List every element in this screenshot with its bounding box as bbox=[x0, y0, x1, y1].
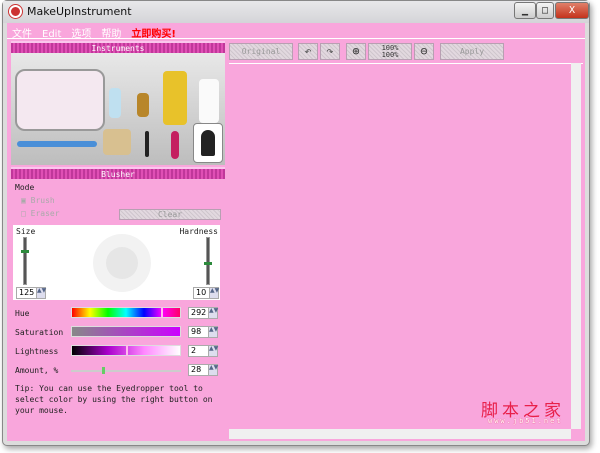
lightness-value: 2 bbox=[191, 346, 197, 355]
brush-label: Brush bbox=[30, 196, 55, 205]
lightness-slider[interactable] bbox=[71, 345, 181, 356]
spin-arrows-icon[interactable]: ▲▼ bbox=[36, 288, 46, 298]
lipstick-icon[interactable] bbox=[171, 131, 179, 159]
window-title: MakeUpInstrument bbox=[27, 5, 132, 18]
hardness-value: 10 bbox=[196, 288, 207, 297]
zoom-out-button[interactable]: ⊖ bbox=[414, 43, 434, 60]
hardness-slider[interactable] bbox=[204, 237, 212, 285]
zoom-100-label: 100% bbox=[381, 51, 399, 59]
cream-jar-icon[interactable] bbox=[163, 71, 187, 125]
app-logo-icon bbox=[9, 5, 22, 18]
amount-input[interactable]: 28 ▲▼ bbox=[188, 364, 218, 376]
hardness-label: Hardness bbox=[179, 227, 218, 236]
hue-slider[interactable] bbox=[71, 307, 181, 318]
size-label: Size bbox=[16, 227, 36, 236]
cosmetic-bag-icon[interactable] bbox=[15, 69, 105, 131]
tube-icon[interactable] bbox=[109, 88, 121, 118]
saturation-input[interactable]: 98 ▲▼ bbox=[188, 326, 218, 338]
watermark-url: www.jb51.net bbox=[488, 417, 563, 425]
blusher-header: Blusher bbox=[11, 167, 225, 179]
instruments-header: Instruments bbox=[11, 41, 225, 53]
brush-settings-box: Size Hardness 125 ▲▼ 10 ▲▼ bbox=[13, 225, 220, 300]
close-button[interactable]: X bbox=[555, 2, 589, 19]
size-value: 125 bbox=[19, 288, 35, 297]
blush-brush-icon-selected[interactable] bbox=[193, 123, 223, 163]
hue-value: 292 bbox=[191, 308, 207, 317]
zoom-100-button[interactable]: 100% 100% bbox=[368, 43, 412, 60]
app-window: MakeUpInstrument ▁ □ X 文件 Edit 选项 帮助 立即购买! I… bbox=[2, 0, 590, 446]
redo-button[interactable]: ↷ bbox=[320, 43, 340, 60]
spin-arrows-icon[interactable]: ▲▼ bbox=[208, 327, 218, 337]
mode-label: Mode bbox=[15, 183, 35, 192]
client-area: Instruments Blusher Mode ▣ Brush □ Erase… bbox=[7, 39, 585, 441]
eraser-label: Eraser bbox=[30, 209, 60, 218]
original-button[interactable]: Original bbox=[229, 43, 293, 60]
vertical-scrollbar[interactable] bbox=[571, 63, 581, 429]
size-input[interactable]: 125 ▲▼ bbox=[16, 287, 46, 299]
hardness-slider-thumb[interactable] bbox=[204, 262, 212, 265]
amount-label: Amount, % bbox=[15, 366, 59, 375]
eyeshadow-palette-icon[interactable] bbox=[103, 129, 131, 155]
hue-label: Hue bbox=[15, 309, 30, 318]
spin-arrows-icon[interactable]: ▲▼ bbox=[208, 365, 218, 375]
zoom-in-button[interactable]: ⊕ bbox=[346, 43, 366, 60]
hardness-input[interactable]: 10 ▲▼ bbox=[193, 287, 219, 299]
size-slider[interactable] bbox=[21, 237, 29, 285]
menu-bar: 文件 Edit 选项 帮助 立即购买! bbox=[7, 23, 585, 40]
lotion-icon[interactable] bbox=[199, 79, 219, 123]
maximize-button[interactable]: □ bbox=[536, 2, 554, 19]
lightness-slider-thumb[interactable] bbox=[126, 345, 128, 356]
hue-slider-thumb[interactable] bbox=[160, 307, 163, 318]
apply-button[interactable]: Apply bbox=[440, 43, 504, 60]
spin-arrows-icon[interactable]: ▲▼ bbox=[208, 308, 218, 318]
lightness-input[interactable]: 2 ▲▼ bbox=[188, 345, 218, 357]
amount-value: 28 bbox=[191, 365, 202, 374]
title-bar: MakeUpInstrument ▁ □ X bbox=[3, 1, 589, 23]
bottle-icon[interactable] bbox=[137, 93, 149, 117]
horizontal-scrollbar[interactable] bbox=[229, 429, 571, 439]
brush-radio[interactable]: ▣ Brush bbox=[21, 196, 55, 205]
brush-preview bbox=[93, 234, 151, 292]
hue-input[interactable]: 292 ▲▼ bbox=[188, 307, 218, 319]
amount-slider-thumb[interactable] bbox=[101, 367, 105, 374]
instruments-panel bbox=[11, 53, 225, 165]
eyeliner-icon[interactable] bbox=[145, 131, 149, 157]
image-canvas[interactable] bbox=[229, 63, 583, 441]
eraser-radio[interactable]: □ Eraser bbox=[21, 209, 60, 218]
spin-arrows-icon[interactable]: ▲▼ bbox=[209, 288, 219, 298]
clear-button[interactable]: Clear bbox=[119, 209, 221, 220]
spin-arrows-icon[interactable]: ▲▼ bbox=[208, 346, 218, 356]
amount-slider[interactable] bbox=[71, 367, 181, 374]
saturation-label: Saturation bbox=[15, 328, 64, 337]
lightness-label: Lightness bbox=[15, 347, 59, 356]
saturation-value: 98 bbox=[191, 327, 202, 336]
minimize-button[interactable]: ▁ bbox=[514, 2, 536, 19]
tip-text: Tip: You can use the Eyedropper tool to … bbox=[15, 384, 213, 415]
size-slider-thumb[interactable] bbox=[21, 250, 29, 253]
toothbrush-icon[interactable] bbox=[17, 141, 97, 147]
saturation-slider[interactable] bbox=[71, 326, 181, 337]
undo-button[interactable]: ↶ bbox=[298, 43, 318, 60]
